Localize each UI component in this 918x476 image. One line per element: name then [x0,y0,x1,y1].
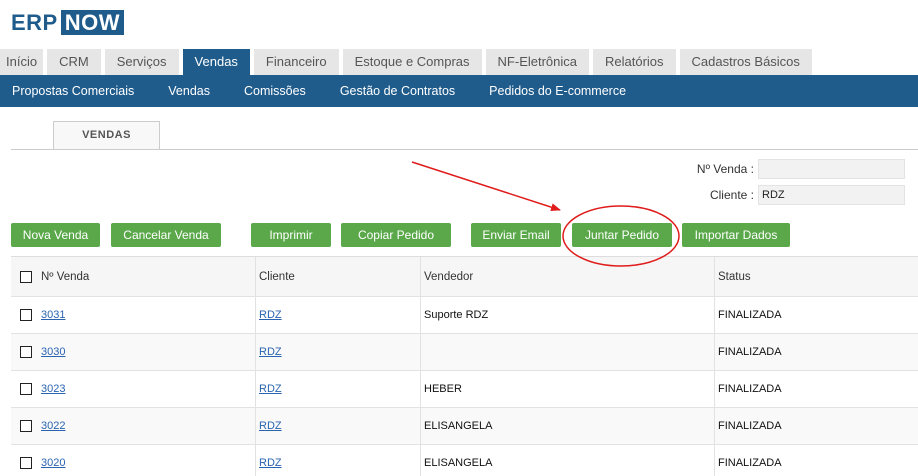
header-status[interactable]: Status [714,257,918,296]
subnav-vendas[interactable]: Vendas [151,84,227,98]
num-venda-cell: 3020 [37,445,255,476]
header-vendedor[interactable]: Vendedor [420,257,714,296]
table-header-row: Nº Venda Cliente Vendedor Status [11,257,918,297]
section-tab-vendas[interactable]: VENDAS [53,121,160,149]
nova-venda-button[interactable]: Nova Venda [11,223,100,247]
filter-cliente: Cliente : [710,185,905,205]
imprimir-button[interactable]: Imprimir [251,223,331,247]
logo-now-text: NOW [60,10,125,35]
num-venda-link[interactable]: 3030 [41,346,65,358]
status-cell: FINALIZADA [714,297,918,333]
juntar-pedido-button[interactable]: Juntar Pedido [572,223,672,247]
num-venda-link[interactable]: 3031 [41,309,65,321]
cliente-link[interactable]: RDZ [259,420,282,432]
cancelar-venda-button[interactable]: Cancelar Venda [111,223,221,247]
tab-servicos[interactable]: Serviços [104,49,179,75]
num-venda-input[interactable] [758,159,905,179]
status-cell: FINALIZADA [714,371,918,407]
row-checkbox[interactable] [20,346,32,358]
tab-inicio[interactable]: Início [0,49,44,75]
tab-nf-eletronica[interactable]: NF-Eletrônica [485,49,589,75]
cliente-cell: RDZ [255,371,420,407]
vendas-table: Nº Venda Cliente Vendedor Status 3031 RD… [11,256,918,476]
table-row: 3020 RDZ ELISANGELA FINALIZADA [11,445,918,476]
main-tabs: Início CRM Serviços Vendas Financeiro Es… [0,49,816,75]
subnav-comissoes[interactable]: Comissões [227,84,323,98]
table-row: 3022 RDZ ELISANGELA FINALIZADA [11,408,918,445]
importar-dados-button[interactable]: Importar Dados [682,223,790,247]
num-venda-cell: 3031 [37,297,255,333]
sub-navigation: Propostas Comerciais Vendas Comissões Ge… [0,75,918,107]
vendedor-cell: HEBER [420,371,714,407]
cliente-cell: RDZ [255,297,420,333]
header-num-venda[interactable]: Nº Venda [37,257,255,296]
num-venda-cell: 3030 [37,334,255,370]
tab-financeiro[interactable]: Financeiro [253,49,339,75]
row-select-cell [11,371,37,407]
logo-erp-text: ERP [11,10,58,35]
select-all-cell [11,257,37,296]
tab-relatorios[interactable]: Relatórios [593,49,676,75]
tab-cadastros-basicos[interactable]: Cadastros Básicos [679,49,812,75]
header-cliente[interactable]: Cliente [255,257,420,296]
status-cell: FINALIZADA [714,445,918,476]
table-row: 3031 RDZ Suporte RDZ FINALIZADA [11,297,918,334]
copiar-pedido-button[interactable]: Copiar Pedido [341,223,451,247]
row-checkbox[interactable] [20,383,32,395]
vendedor-cell [420,334,714,370]
row-select-cell [11,445,37,476]
cliente-link[interactable]: RDZ [259,346,282,358]
num-venda-cell: 3022 [37,408,255,444]
cliente-link[interactable]: RDZ [259,383,282,395]
num-venda-cell: 3023 [37,371,255,407]
vendedor-cell: Suporte RDZ [420,297,714,333]
num-venda-link[interactable]: 3022 [41,420,65,432]
row-select-cell [11,297,37,333]
num-venda-link[interactable]: 3020 [41,457,65,469]
table-row: 3030 RDZ FINALIZADA [11,334,918,371]
select-all-checkbox[interactable] [20,270,32,283]
cliente-cell: RDZ [255,408,420,444]
vendedor-cell: ELISANGELA [420,445,714,476]
subnav-pedidos-ecommerce[interactable]: Pedidos do E-commerce [472,84,643,98]
cliente-input[interactable] [758,185,905,205]
cliente-link[interactable]: RDZ [259,309,282,321]
row-checkbox[interactable] [20,420,32,432]
tab-crm[interactable]: CRM [47,49,101,75]
annotation-arrow [411,161,561,212]
erp-now-logo: ERP NOW [11,10,125,35]
table-row: 3023 RDZ HEBER FINALIZADA [11,371,918,408]
tab-estoque-compras[interactable]: Estoque e Compras [342,49,482,75]
row-checkbox[interactable] [20,309,32,321]
section-divider [11,149,918,150]
num-venda-label: Nº Venda : [696,162,754,176]
row-select-cell [11,408,37,444]
cliente-cell: RDZ [255,334,420,370]
subnav-propostas-comerciais[interactable]: Propostas Comerciais [0,84,151,98]
cliente-link[interactable]: RDZ [259,457,282,469]
subnav-gestao-contratos[interactable]: Gestão de Contratos [323,84,472,98]
enviar-email-button[interactable]: Enviar Email [471,223,561,247]
cliente-cell: RDZ [255,445,420,476]
tab-vendas[interactable]: Vendas [182,49,250,75]
row-select-cell [11,334,37,370]
filter-num-venda: Nº Venda : [697,159,905,179]
vendedor-cell: ELISANGELA [420,408,714,444]
status-cell: FINALIZADA [714,334,918,370]
cliente-label: Cliente : [709,188,754,202]
status-cell: FINALIZADA [714,408,918,444]
num-venda-link[interactable]: 3023 [41,383,65,395]
row-checkbox[interactable] [20,457,32,469]
